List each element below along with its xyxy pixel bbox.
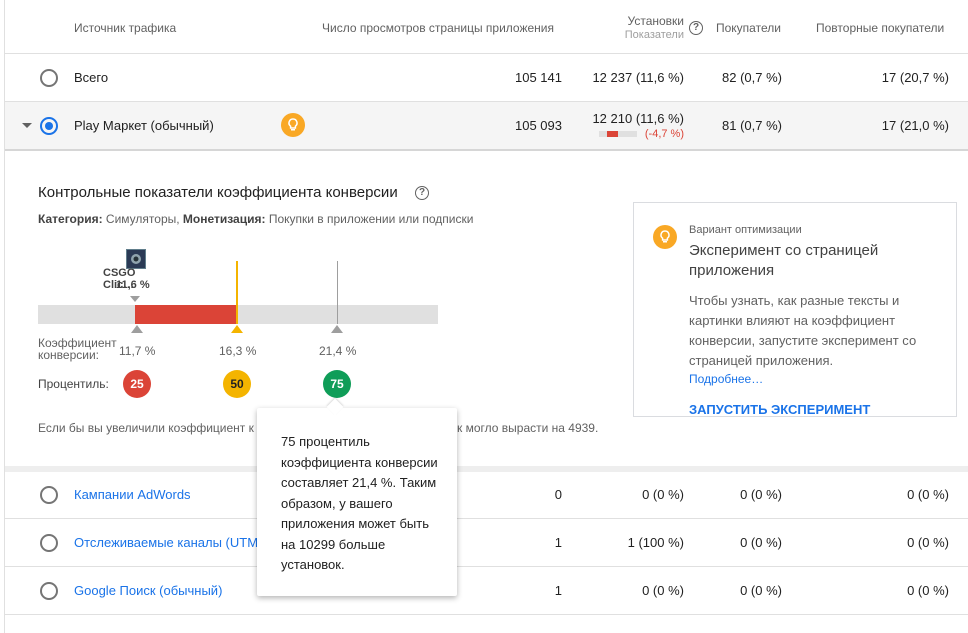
percentile-75-badge[interactable]: 75 xyxy=(323,370,351,398)
help-icon[interactable]: ? xyxy=(415,186,429,200)
row-repeat: 17 (21,0 %) xyxy=(881,118,949,133)
row-radio[interactable] xyxy=(40,117,58,135)
monetization-value: Покупки в приложении или подписки xyxy=(265,212,474,226)
table-row-selected[interactable]: Play Маркет (обычный) 105 093 12 210 (11… xyxy=(5,102,968,149)
card-body: Чтобы узнать, как разные тексты и картин… xyxy=(689,293,917,368)
row-installs: 12 210 (11,6 %) xyxy=(592,111,684,126)
percentile-label: Процентиль: xyxy=(38,377,109,391)
row-repeat: 17 (20,7 %) xyxy=(881,70,949,85)
optimization-card: Вариант оптимизации Эксперимент со стран… xyxy=(633,202,957,417)
row-installs: 1 (100 %) xyxy=(627,535,684,550)
benchmark-footer-right: к могло вырасти на 4939. xyxy=(457,421,599,435)
rate-value-25: 11,7 % xyxy=(119,344,156,358)
row-views: 1 xyxy=(554,583,562,598)
learn-more-link[interactable]: Подробнее… xyxy=(689,372,763,386)
row-source-name: Play Маркет (обычный) xyxy=(74,118,214,133)
header-installs: Установки xyxy=(627,14,684,28)
delta-bar-fill xyxy=(607,131,618,137)
divider xyxy=(5,466,968,472)
category-value: Симуляторы, xyxy=(102,212,183,226)
row-installs: 12 237 (11,6 %) xyxy=(592,70,684,85)
marker-50 xyxy=(231,325,243,333)
row-buyers: 0 (0 %) xyxy=(740,535,782,550)
row-views: 0 xyxy=(554,487,562,502)
row-repeat: 0 (0 %) xyxy=(907,487,949,502)
row-source-link[interactable]: Кампании AdWords xyxy=(74,487,191,502)
card-eyebrow: Вариант оптимизации xyxy=(689,224,802,236)
app-marker xyxy=(130,296,140,302)
row-radio[interactable] xyxy=(40,582,58,600)
median-line xyxy=(236,261,238,324)
row-buyers: 0 (0 %) xyxy=(740,583,782,598)
row-buyers: 82 (0,7 %) xyxy=(722,70,782,85)
lightbulb-icon xyxy=(653,225,677,249)
rate-value-50: 16,3 % xyxy=(219,344,257,358)
marker-25 xyxy=(131,325,143,333)
benchmark-meta: Категория: Симуляторы, Монетизация: Поку… xyxy=(38,212,473,226)
row-radio[interactable] xyxy=(40,534,58,552)
chevron-down-icon[interactable] xyxy=(22,123,32,128)
row-buyers: 81 (0,7 %) xyxy=(722,118,782,133)
divider xyxy=(5,149,968,151)
marker-75 xyxy=(331,325,343,333)
row-installs: 0 (0 %) xyxy=(642,583,684,598)
percentile-tooltip: 75 процентиль коэффициента конверсии сос… xyxy=(257,408,457,596)
card-title: Эксперимент со страницей приложения xyxy=(689,242,879,279)
row-repeat: 0 (0 %) xyxy=(907,535,949,550)
row-repeat: 0 (0 %) xyxy=(907,583,949,598)
rate-label: Коэффициент конверсии: xyxy=(38,337,117,361)
row-source-link[interactable]: Google Поиск (обычный) xyxy=(74,583,222,598)
header-repeat-buyers: Повторные покупатели xyxy=(816,21,945,35)
row-radio[interactable] xyxy=(40,486,58,504)
app-icon xyxy=(126,249,146,269)
header-source: Источник трафика xyxy=(74,21,177,35)
benchmark-title: Контрольные показатели коэффициента конв… xyxy=(38,184,398,201)
row-installs-delta: (-4,7 %) xyxy=(644,128,684,140)
rate-label-line2: конверсии: xyxy=(38,348,100,362)
benchmark-bar-fill xyxy=(135,305,237,324)
header-buyers: Покупатели xyxy=(716,21,781,35)
category-label: Категория: xyxy=(38,212,103,226)
rate-value-75: 21,4 % xyxy=(319,344,357,358)
tooltip-text: 75 процентиль коэффициента конверсии сос… xyxy=(281,434,438,572)
header-installs-sub: Показатели xyxy=(624,29,684,41)
p75-line xyxy=(337,261,338,324)
percentile-25-badge[interactable]: 25 xyxy=(123,370,151,398)
percentile-50-badge[interactable]: 50 xyxy=(223,370,251,398)
row-source-link[interactable]: Отслеживаемые каналы (UTM xyxy=(74,535,258,550)
benchmark-footer-left: Если бы вы увеличили коэффициент к xyxy=(38,421,254,435)
lightbulb-icon[interactable] xyxy=(281,113,305,137)
row-source-name: Всего xyxy=(74,70,109,85)
run-experiment-button[interactable]: ЗАПУСТИТЬ ЭКСПЕРИМЕНТ xyxy=(689,402,870,417)
row-views: 105 141 xyxy=(515,70,562,85)
row-views: 1 xyxy=(554,535,562,550)
monetization-label: Монетизация: xyxy=(182,212,266,226)
row-installs: 0 (0 %) xyxy=(642,487,684,502)
app-rate: 11,6 % xyxy=(116,279,150,291)
benchmark-bar xyxy=(38,305,438,324)
header-views: Число просмотров страницы приложения xyxy=(322,21,554,35)
row-buyers: 0 (0 %) xyxy=(740,487,782,502)
row-radio[interactable] xyxy=(40,69,58,87)
help-icon[interactable]: ? xyxy=(689,21,703,35)
row-views: 105 093 xyxy=(515,118,562,133)
